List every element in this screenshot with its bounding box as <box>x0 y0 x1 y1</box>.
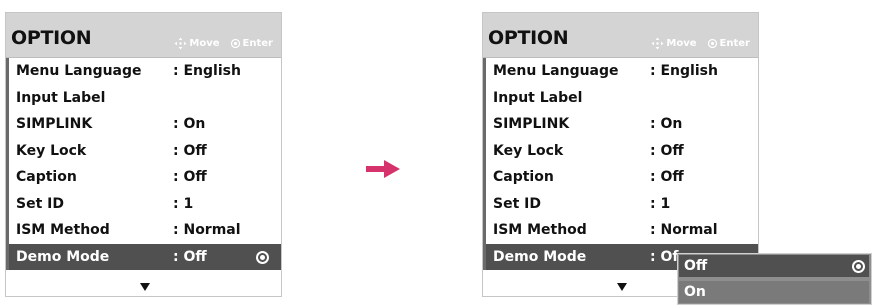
menu-item-value: : Off <box>173 248 207 265</box>
menu-item-label: Menu Language <box>16 63 142 79</box>
dropdown-option-label: On <box>684 284 706 300</box>
menu-item-label: Input Label <box>16 89 106 106</box>
menu-list: Menu Language : English Input Label SIMP… <box>6 58 281 270</box>
menu-item-caption[interactable]: Caption : Off <box>486 164 758 191</box>
four-way-arrow-icon <box>174 37 187 50</box>
menu-item-value: : Normal <box>650 222 718 238</box>
menu-item-label: Set ID <box>493 195 541 212</box>
menu-item-set-id[interactable]: Set ID : 1 <box>9 191 281 218</box>
nav-hint-move: Move <box>189 38 220 49</box>
menu-item-value: : On <box>173 116 206 132</box>
option-menu-panel-before: OPTION Move Enter Menu Language : Englis… <box>5 12 282 297</box>
menu-item-label: Menu Language <box>493 63 619 79</box>
menu-item-value: : 1 <box>650 195 671 212</box>
dropdown-option-off[interactable]: Off <box>679 255 869 277</box>
menu-item-ism-method[interactable]: ISM Method : Normal <box>486 217 758 244</box>
menu-item-label: Demo Mode <box>493 248 587 265</box>
enter-icon <box>707 38 718 49</box>
menu-item-menu-language[interactable]: Menu Language : English <box>486 58 758 85</box>
menu-item-label: Caption <box>16 169 77 185</box>
four-way-arrow-icon <box>651 37 664 50</box>
menu-item-value: : Off <box>173 142 207 159</box>
menu-item-label: Demo Mode <box>16 248 110 265</box>
menu-item-caption[interactable]: Caption : Off <box>9 164 281 191</box>
scroll-down-icon[interactable] <box>617 283 627 291</box>
menu-item-value: : English <box>173 63 241 79</box>
menu-item-value: : Normal <box>173 222 241 238</box>
menu-item-demo-mode[interactable]: Demo Mode : Off <box>9 243 281 270</box>
menu-item-label: SIMPLINK <box>493 116 570 132</box>
dropdown-option-on[interactable]: On <box>679 281 869 303</box>
menu-item-key-lock[interactable]: Key Lock : Off <box>9 138 281 165</box>
nav-hint-move: Move <box>666 38 697 49</box>
panel-header: OPTION Move Enter <box>483 13 758 58</box>
selected-radio-icon <box>256 250 269 264</box>
menu-item-value: : Off <box>650 169 684 185</box>
menu-item-label: Key Lock <box>16 142 87 159</box>
scroll-down-icon[interactable] <box>140 283 150 291</box>
menu-item-label: ISM Method <box>16 222 110 238</box>
menu-item-simplink[interactable]: SIMPLINK : On <box>486 111 758 138</box>
menu-item-value: : Off <box>650 142 684 159</box>
menu-item-set-id[interactable]: Set ID : 1 <box>486 191 758 218</box>
menu-item-label: Set ID <box>16 195 64 212</box>
menu-item-value: : 1 <box>173 195 194 212</box>
menu-item-value: : On <box>650 116 683 132</box>
menu-item-label: Key Lock <box>493 142 564 159</box>
menu-item-label: Caption <box>493 169 554 185</box>
enter-icon <box>230 38 241 49</box>
menu-item-input-label[interactable]: Input Label <box>486 85 758 112</box>
dropdown-option-label: Off <box>684 258 708 274</box>
right-arrow-icon <box>366 159 402 183</box>
panel-title: OPTION <box>11 27 92 49</box>
menu-item-input-label[interactable]: Input Label <box>9 85 281 112</box>
nav-hints: Move Enter <box>174 37 273 50</box>
menu-item-value: : English <box>650 63 718 79</box>
menu-item-value: : Of <box>650 248 679 265</box>
menu-list: Menu Language : English Input Label SIMP… <box>483 58 758 270</box>
selected-radio-icon <box>852 260 865 273</box>
nav-hint-enter: Enter <box>242 38 273 49</box>
menu-item-menu-language[interactable]: Menu Language : English <box>9 58 281 85</box>
nav-hint-enter: Enter <box>719 38 750 49</box>
demo-mode-dropdown: Off On <box>677 253 872 305</box>
menu-item-label: SIMPLINK <box>16 116 93 132</box>
menu-item-label: Input Label <box>493 89 583 106</box>
menu-item-simplink[interactable]: SIMPLINK : On <box>9 111 281 138</box>
menu-item-value: : Off <box>173 169 207 185</box>
menu-item-key-lock[interactable]: Key Lock : Off <box>486 138 758 165</box>
panel-header: OPTION Move Enter <box>6 13 281 58</box>
nav-hints: Move Enter <box>651 37 750 50</box>
menu-item-ism-method[interactable]: ISM Method : Normal <box>9 217 281 244</box>
panel-title: OPTION <box>488 27 569 49</box>
menu-item-label: ISM Method <box>493 222 587 238</box>
